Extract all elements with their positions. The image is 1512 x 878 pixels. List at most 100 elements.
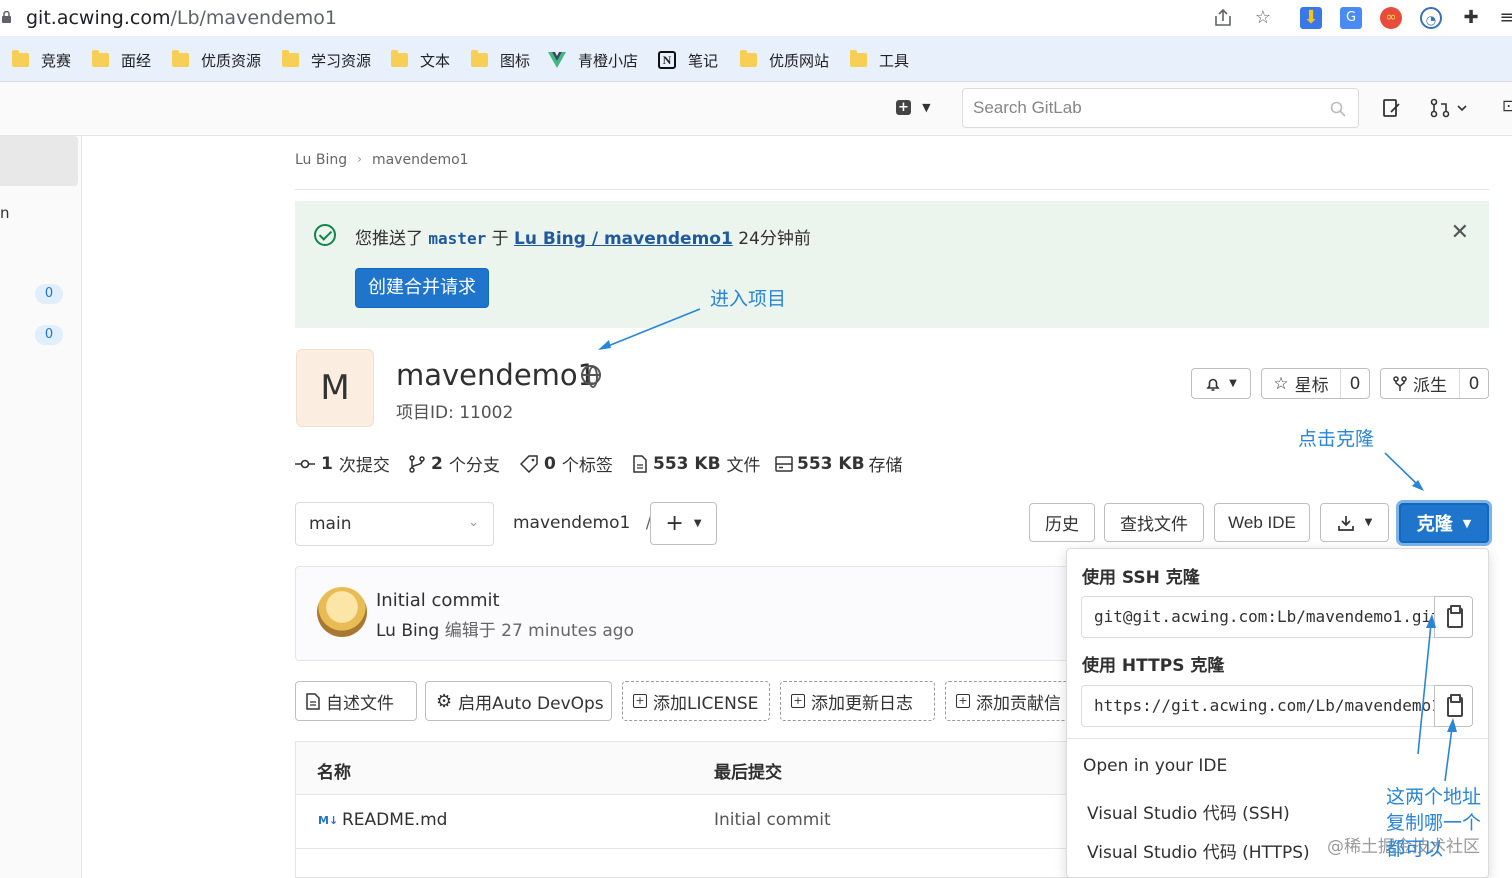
storage-icon [775,455,793,472]
file-name-link[interactable]: README.md [342,810,447,830]
plus-square-icon: + [633,694,647,708]
branch-selector[interactable]: main ⌄ [295,502,494,546]
annotation-copy-either: 这两个地址 复制哪一个 都可以 [1386,786,1482,860]
auto-devops-button[interactable]: ⚙ 启用Auto DevOps [425,681,612,721]
public-globe-icon [581,365,601,388]
sidebar-active-item[interactable] [0,136,78,186]
markdown-icon: M↓ [318,814,339,827]
download-extension-icon[interactable]: ⬇ [1300,7,1322,29]
star-icon: ☆ [1273,373,1289,394]
storage-stat[interactable]: 553 KB 存储 [775,451,903,476]
column-header-name: 名称 [317,763,351,783]
add-changelog-button[interactable]: + 添加更新日志 [780,681,935,721]
readme-button[interactable]: 自述文件 [295,681,417,721]
open-vscode-ssh-item[interactable]: Visual Studio 代码 (SSH) [1087,799,1290,824]
clone-button[interactable]: 克隆 ▼ [1399,503,1489,543]
commits-stat[interactable]: 1 次提交 [295,451,390,476]
browser-url-bar[interactable]: git.acwing.com/Lb/mavendemo1 ☆ ⬇ G ∞ ◔ ✚… [0,0,1512,36]
breadcrumb: Lu Bing › mavendemo1 [295,152,469,168]
fork-count[interactable]: 0 [1460,374,1488,394]
annotation-arrows [1417,614,1457,782]
bookmark-item[interactable]: 竞赛 [12,50,71,70]
fork-button[interactable]: 派生 0 [1380,368,1489,399]
close-icon[interactable]: ✕ [1451,220,1469,245]
share-icon[interactable] [1212,7,1234,29]
chevron-right-icon: › [357,152,362,166]
plus-square-icon: + [896,100,911,115]
avatar[interactable] [317,587,367,637]
issues-icon[interactable] [1382,98,1402,118]
star-count[interactable]: 0 [1341,374,1369,394]
bookmark-item[interactable]: 优质资源 [172,50,261,70]
translate-extension-icon[interactable]: G [1340,7,1362,29]
annotation-click-clone: 点击克隆 [1298,428,1375,450]
commit-title[interactable]: Initial commit [376,590,500,611]
bookmark-item[interactable]: 图标 [471,50,530,70]
todo-icon[interactable]: ⊡ [1502,96,1512,115]
sidebar-item-label[interactable]: n [0,204,10,222]
bookmark-item[interactable]: 优质网站 [740,50,829,70]
ssh-clone-label: 使用 SSH 克隆 [1082,568,1200,588]
table-header: 名称 最后提交 [296,742,1074,795]
file-table: 名称 最后提交 M↓ README.md Initial commit [295,741,1075,878]
branches-stat[interactable]: 2 个分支 [409,451,500,476]
sidebar-count-badge: 0 [35,284,63,304]
folder-icon [282,50,299,67]
breadcrumb-owner[interactable]: Lu Bing [295,152,347,168]
dev-extension-icon[interactable]: ◔ [1420,7,1442,29]
plus-icon: + [665,511,684,536]
breadcrumb-project[interactable]: mavendemo1 [372,152,469,168]
https-url-input[interactable]: https://git.acwing.com/Lb/mavendemo1.git [1081,685,1435,727]
left-sidebar: n 0 0 [0,136,82,878]
sidebar-count-badge: 0 [35,325,63,345]
bookmark-star-icon[interactable]: ☆ [1252,7,1274,29]
folder-icon [12,50,29,67]
bookmark-item[interactable]: 面经 [92,50,151,70]
tags-stat[interactable]: 0 个标签 [520,451,613,476]
add-contributing-button[interactable]: + 添加贡献信 [945,681,1073,721]
file-commit-link[interactable]: Initial commit [714,810,831,830]
branch-icon [409,454,425,473]
open-vscode-https-item[interactable]: Visual Studio 代码 (HTTPS) [1087,838,1310,863]
infinity-extension-icon[interactable]: ∞ [1380,7,1402,29]
chevron-down-icon: ▼ [1462,516,1472,530]
find-file-button[interactable]: 查找文件 [1104,503,1204,542]
web-ide-button[interactable]: Web IDE [1214,503,1310,542]
ssh-url-input[interactable]: git@git.acwing.com:Lb/mavendemo1.git [1081,596,1435,638]
search-input[interactable]: Search GitLab [962,88,1359,128]
table-row: M↓ README.md Initial commit [296,795,1074,849]
bookmark-item[interactable]: N 笔记 [658,50,718,70]
project-link[interactable]: Lu Bing / mavendemo1 [514,229,733,249]
project-title: mavendemo1 [396,358,597,392]
add-license-button[interactable]: + 添加LICENSE [622,681,770,721]
add-file-dropdown[interactable]: + ▼ [650,502,717,545]
open-in-ide-title: Open in your IDE [1083,756,1228,776]
commit-author[interactable]: Lu Bing [376,621,439,641]
https-clone-label: 使用 HTTPS 克隆 [1082,656,1225,676]
bookmark-item[interactable]: 学习资源 [282,50,371,70]
files-stat[interactable]: 553 KB 文件 [633,451,761,476]
divider [295,189,1489,190]
annotation-enter-project: 进入项目 [710,288,787,310]
chevron-down-icon: ⌄ [468,515,479,530]
folder-icon [391,50,408,67]
plus-square-icon: + [956,694,970,708]
bookmark-item[interactable]: 青橙小店 [548,50,638,70]
branch-name: master [428,229,487,248]
commit-icon [295,459,315,468]
path-root-link[interactable]: mavendemo1 [513,513,630,533]
folder-icon [92,50,109,67]
download-button[interactable]: ▼ [1320,503,1389,542]
extensions-puzzle-icon[interactable]: ✚ [1460,7,1482,29]
new-dropdown-button[interactable]: + ▼ [896,96,931,115]
bookmark-item[interactable]: 文本 [391,50,450,70]
notifications-button[interactable]: ▼ [1191,368,1251,399]
history-button[interactable]: 历史 [1029,503,1095,542]
create-merge-request-button[interactable]: 创建合并请求 [355,268,489,308]
menu-icon[interactable]: ≡ [1496,7,1512,29]
bookmark-item[interactable]: 工具 [850,50,909,70]
star-button[interactable]: ☆ 星标 0 [1261,368,1370,399]
url-text[interactable]: git.acwing.com/Lb/mavendemo1 [26,7,337,29]
plus-square-icon: + [791,694,805,708]
merge-requests-icon[interactable] [1430,98,1470,118]
